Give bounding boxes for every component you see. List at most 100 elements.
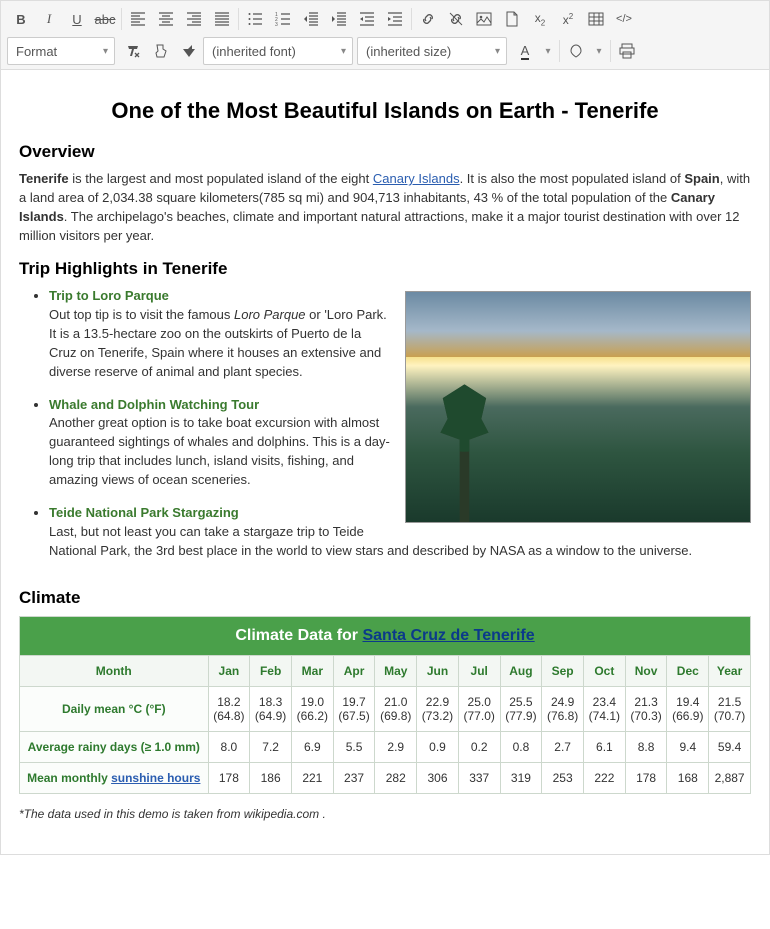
- table-cell: 319: [500, 763, 542, 794]
- subscript-button[interactable]: x2: [526, 5, 554, 33]
- table-header: May: [375, 656, 417, 687]
- table-cell: 6.1: [584, 732, 626, 763]
- separator: [238, 8, 239, 30]
- separator: [411, 8, 412, 30]
- table-button[interactable]: [582, 5, 610, 33]
- link-button[interactable]: [414, 5, 442, 33]
- climate-heading: Climate: [19, 588, 751, 608]
- svg-text:3: 3: [275, 22, 278, 27]
- table-cell: 18.3(64.9): [250, 687, 292, 732]
- page-title: One of the Most Beautiful Islands on Ear…: [19, 98, 751, 124]
- bullet-list-button[interactable]: [241, 5, 269, 33]
- table-row: Daily mean °C (°F)18.2(64.8)18.3(64.9)19…: [20, 687, 751, 732]
- underline-button[interactable]: U: [63, 5, 91, 33]
- format-select[interactable]: Format: [7, 37, 115, 65]
- highlight-title: Teide National Park Stargazing: [49, 505, 239, 520]
- table-cell: 19.0(66.2): [291, 687, 333, 732]
- table-cell: 237: [333, 763, 375, 794]
- font-select[interactable]: (inherited font): [203, 37, 353, 65]
- table-cell: 21.0(69.8): [375, 687, 417, 732]
- align-justify-button[interactable]: [208, 5, 236, 33]
- font-label: (inherited font): [212, 44, 296, 59]
- table-cell: 21.5(70.7): [709, 687, 751, 732]
- climate-table: Climate Data for Santa Cruz de Tenerife …: [19, 616, 751, 794]
- clear-format-button[interactable]: [119, 37, 147, 65]
- overview-heading: Overview: [19, 142, 751, 162]
- table-header: Mar: [291, 656, 333, 687]
- decrease-indent-button[interactable]: [297, 5, 325, 33]
- paste-format-button[interactable]: [175, 37, 203, 65]
- table-header: Oct: [584, 656, 626, 687]
- overview-bold: Tenerife: [19, 171, 69, 186]
- font-color-dropdown[interactable]: ▾: [539, 37, 557, 65]
- table-header: Month: [20, 656, 209, 687]
- highlight-dropdown[interactable]: ▾: [590, 37, 608, 65]
- table-cell: 59.4: [709, 732, 751, 763]
- size-select[interactable]: (inherited size): [357, 37, 507, 65]
- table-cell: 221: [291, 763, 333, 794]
- numbered-list-button[interactable]: 123: [269, 5, 297, 33]
- santa-cruz-link[interactable]: Santa Cruz de Tenerife: [362, 627, 534, 644]
- strikethrough-button[interactable]: abc: [91, 5, 119, 33]
- superscript-button[interactable]: x2: [554, 5, 582, 33]
- table-cell: 22.9(73.2): [417, 687, 459, 732]
- table-cell: 2,887: [709, 763, 751, 794]
- table-header: Sep: [542, 656, 584, 687]
- table-header: Jan: [208, 656, 250, 687]
- table-cell: 337: [458, 763, 500, 794]
- table-cell: 0.9: [417, 732, 459, 763]
- code-button[interactable]: </>: [610, 5, 638, 33]
- sunshine-hours-link[interactable]: sunshine hours: [111, 771, 200, 785]
- table-header: Year: [709, 656, 751, 687]
- table-row: Average rainy days (≥ 1.0 mm)8.07.26.95.…: [20, 732, 751, 763]
- italic-button[interactable]: I: [35, 5, 63, 33]
- table-cell: 282: [375, 763, 417, 794]
- file-button[interactable]: [498, 5, 526, 33]
- image-button[interactable]: [470, 5, 498, 33]
- row-label: Mean monthly sunshine hours: [20, 763, 209, 794]
- table-cell: 19.7(67.5): [333, 687, 375, 732]
- table-cell: 306: [417, 763, 459, 794]
- align-center-button[interactable]: [152, 5, 180, 33]
- align-left-button[interactable]: [124, 5, 152, 33]
- bold-button[interactable]: B: [7, 5, 35, 33]
- table-cell: 0.8: [500, 732, 542, 763]
- table-header: Feb: [250, 656, 292, 687]
- table-cell: 186: [250, 763, 292, 794]
- table-header: Aug: [500, 656, 542, 687]
- align-right-button[interactable]: [180, 5, 208, 33]
- format-label: Format: [16, 44, 57, 59]
- table-header: Apr: [333, 656, 375, 687]
- unlink-button[interactable]: [442, 5, 470, 33]
- table-cell: 168: [667, 763, 709, 794]
- highlights-heading: Trip Highlights in Tenerife: [19, 259, 751, 279]
- table-cell: 25.5(77.9): [500, 687, 542, 732]
- canary-islands-link[interactable]: Canary Islands: [373, 171, 460, 186]
- copy-format-button[interactable]: [147, 37, 175, 65]
- font-color-button[interactable]: A: [511, 37, 539, 65]
- tenerife-photo: [405, 291, 751, 523]
- table-cell: 18.2(64.8): [208, 687, 250, 732]
- outdent-button[interactable]: [353, 5, 381, 33]
- row-label: Daily mean °C (°F): [20, 687, 209, 732]
- highlight-title: Whale and Dolphin Watching Tour: [49, 397, 259, 412]
- climate-caption: Climate Data for Santa Cruz de Tenerife: [20, 617, 751, 656]
- table-cell: 178: [208, 763, 250, 794]
- row-label: Average rainy days (≥ 1.0 mm): [20, 732, 209, 763]
- table-cell: 6.9: [291, 732, 333, 763]
- separator: [610, 40, 611, 62]
- separator: [121, 8, 122, 30]
- table-cell: 24.9(76.8): [542, 687, 584, 732]
- table-cell: 7.2: [250, 732, 292, 763]
- overview-bold: Spain: [684, 171, 719, 186]
- table-cell: 8.0: [208, 732, 250, 763]
- table-cell: 178: [625, 763, 667, 794]
- indent-button[interactable]: [381, 5, 409, 33]
- table-cell: 21.3(70.3): [625, 687, 667, 732]
- table-header: Nov: [625, 656, 667, 687]
- highlight-button[interactable]: [562, 37, 590, 65]
- print-button[interactable]: [613, 37, 641, 65]
- increase-indent-button[interactable]: [325, 5, 353, 33]
- separator: [559, 40, 560, 62]
- table-cell: 19.4(66.9): [667, 687, 709, 732]
